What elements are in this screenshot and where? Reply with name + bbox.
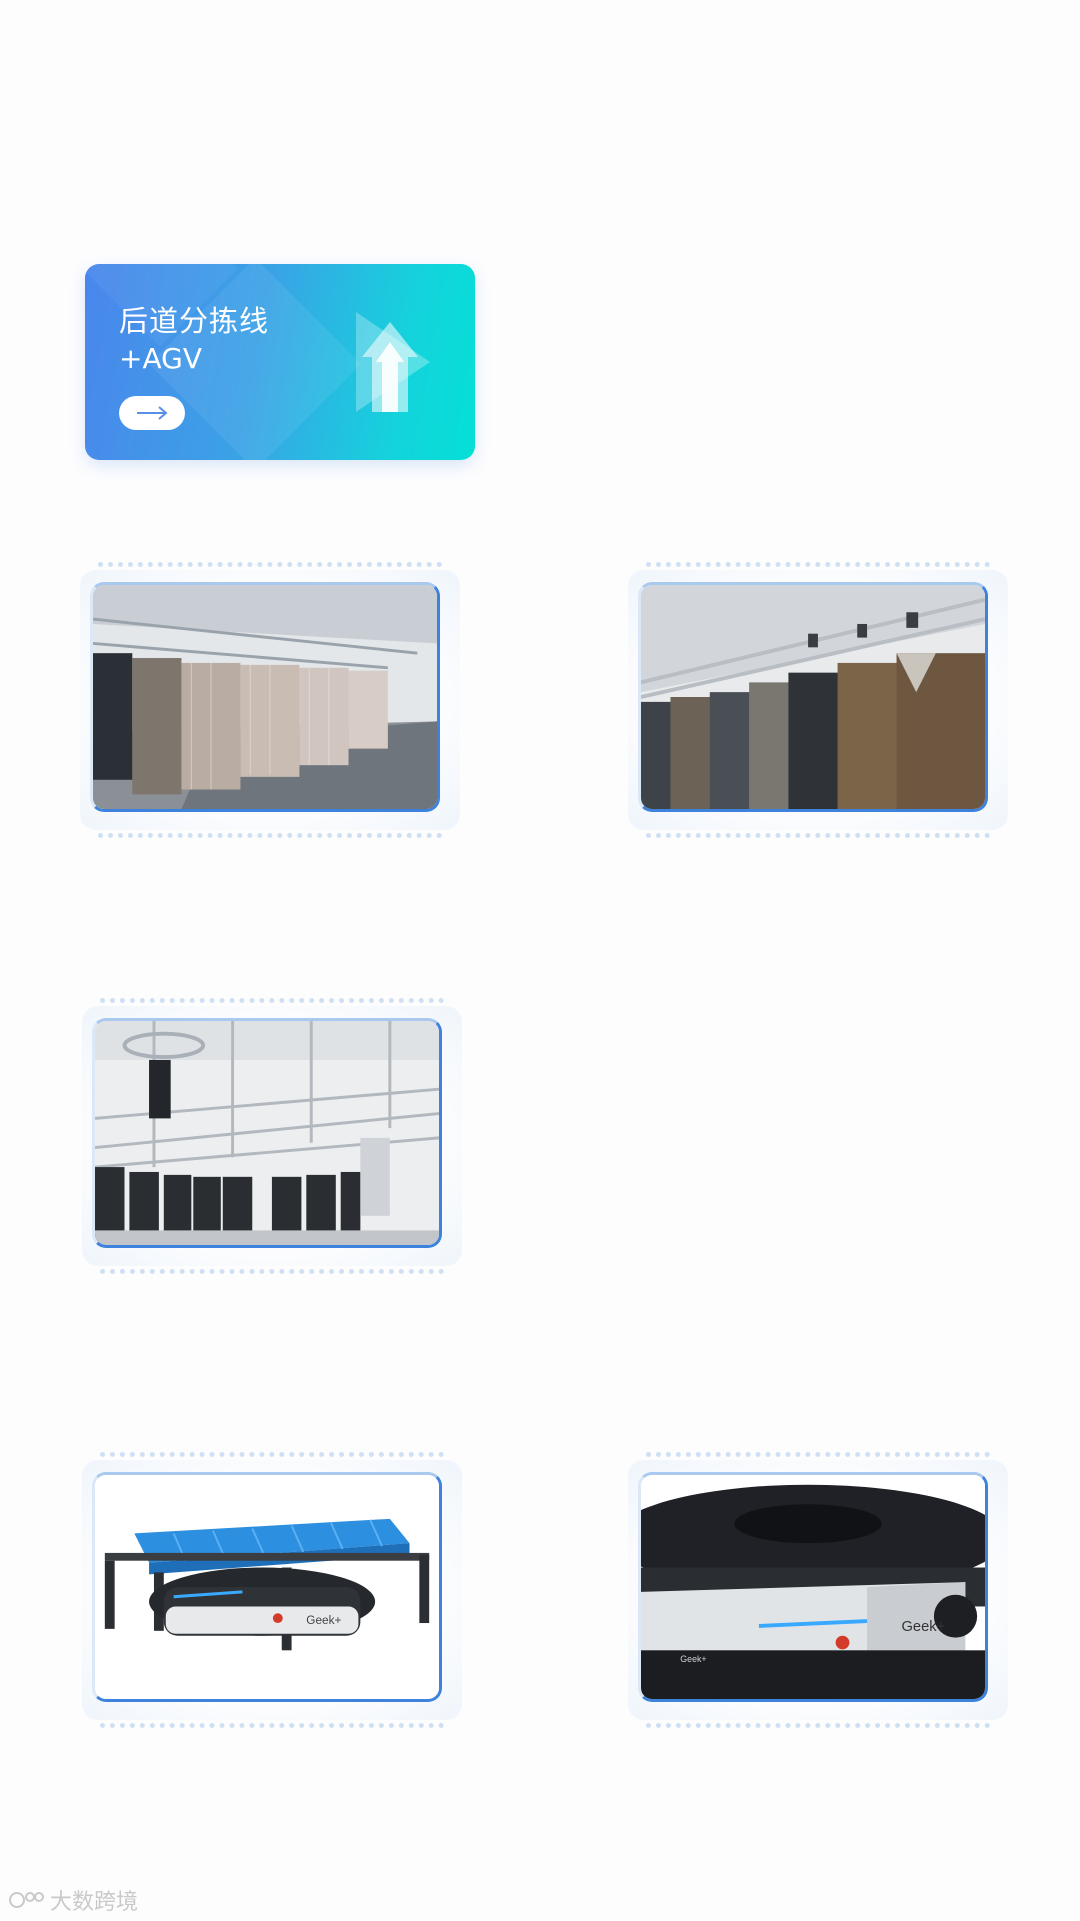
upload-arrow-icon xyxy=(356,312,430,412)
watermark-logo-icon xyxy=(9,1892,44,1908)
divider xyxy=(98,562,442,567)
agv-brand-label: Geek+ xyxy=(901,1619,945,1635)
watermark: 大数跨境 xyxy=(8,1884,138,1916)
divider xyxy=(646,562,990,567)
overhead-rail-image xyxy=(95,1021,439,1245)
photo-frame xyxy=(638,582,988,812)
divider xyxy=(100,998,444,1003)
hero-card[interactable]: 后道分拣线 +AGV xyxy=(85,264,475,460)
photo-frame: Geek+ Geek+ xyxy=(638,1472,988,1702)
arrow-right-icon xyxy=(137,406,168,420)
divider xyxy=(100,1269,444,1274)
divider xyxy=(100,1452,444,1457)
agv-closeup-image: Geek+ Geek+ xyxy=(641,1475,985,1699)
hero-title: 后道分拣线 xyxy=(119,304,270,338)
divider xyxy=(646,1723,990,1728)
sorting-line-photo-3[interactable] xyxy=(82,998,462,1274)
divider xyxy=(646,833,990,838)
photo-frame: Geek+ xyxy=(92,1472,442,1702)
agv-brand-label: Geek+ xyxy=(306,1614,341,1627)
watermark-text: 大数跨境 xyxy=(50,1890,139,1915)
photo-frame xyxy=(92,1018,442,1248)
agv-photo-1[interactable]: Geek+ xyxy=(82,1452,462,1728)
hanging-suits-image xyxy=(641,585,985,809)
hero-subtitle: +AGV xyxy=(119,342,202,375)
sorting-line-photo-1[interactable] xyxy=(80,562,460,838)
sorting-line-photo-2[interactable] xyxy=(628,562,1008,838)
divider xyxy=(100,1723,444,1728)
photo-frame xyxy=(90,582,440,812)
agv-pallet-image: Geek+ xyxy=(95,1475,439,1699)
hanging-garment-image xyxy=(93,585,437,809)
agv-photo-2[interactable]: Geek+ Geek+ xyxy=(628,1452,1008,1728)
go-button[interactable] xyxy=(119,396,185,430)
divider xyxy=(98,833,442,838)
agv-brand-label: Geek+ xyxy=(680,1654,706,1664)
divider xyxy=(646,1452,990,1457)
